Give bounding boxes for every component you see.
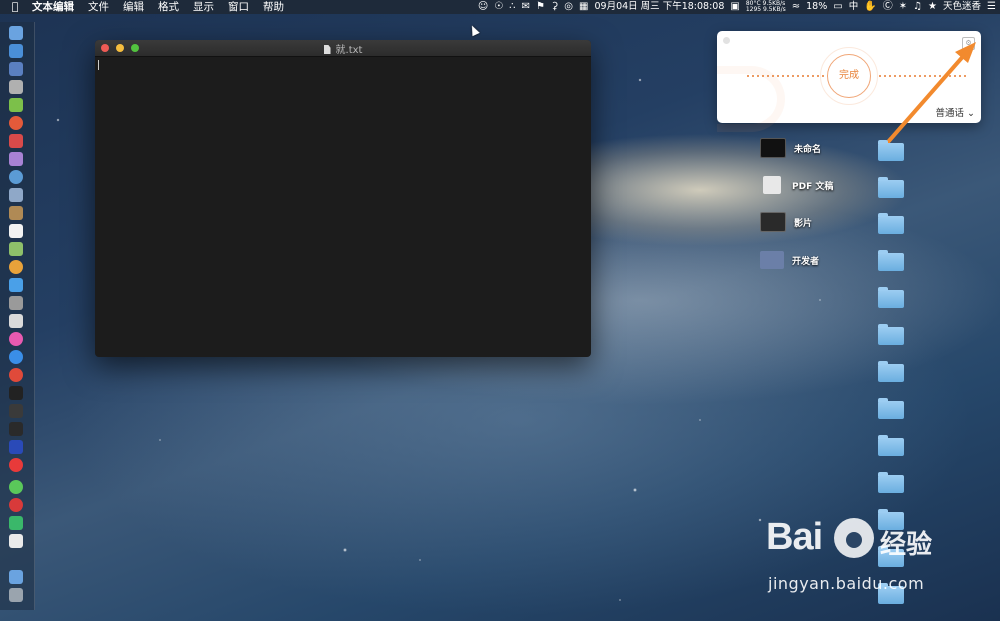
folder-icon[interactable] — [878, 361, 904, 382]
paw-logo-icon — [834, 518, 874, 558]
baidu-watermark: Bai 经验 jingyan.baidu.com — [762, 516, 952, 600]
folder-icon[interactable] — [878, 398, 904, 419]
desktop-item-movies[interactable]: 影片 — [760, 211, 812, 233]
folder-icon[interactable] — [878, 287, 904, 308]
desktop-item-label: 影片 — [794, 218, 813, 229]
watermark-url: jingyan.baidu.com — [768, 574, 925, 593]
folder-icon[interactable] — [878, 472, 904, 493]
watermark-suffix: 经验 — [880, 530, 933, 560]
desktop-item-untitled[interactable]: 未命名 — [760, 137, 821, 159]
movie-thumbnail-icon — [760, 212, 786, 232]
folder-icon[interactable] — [878, 177, 904, 198]
desktop-item-developer[interactable]: 开发者 — [760, 249, 819, 271]
folder-icon[interactable] — [878, 140, 904, 161]
folder-icon[interactable] — [878, 435, 904, 456]
developer-icon — [760, 251, 784, 269]
desktop-item-label: PDF 文稿 — [792, 181, 834, 192]
folder-icon[interactable] — [878, 324, 904, 345]
desktop-item-pdf[interactable]: PDF 文稿 — [760, 174, 833, 196]
image-thumbnail-icon — [760, 138, 786, 158]
watermark-logo-text: Bai — [766, 516, 823, 558]
folder-icon[interactable] — [878, 250, 904, 271]
pdf-document-icon — [763, 176, 781, 194]
desktop-item-label: 未命名 — [794, 144, 822, 155]
desktop-item-label: 开发者 — [792, 256, 820, 267]
folder-icon[interactable] — [878, 213, 904, 234]
arrow-shaft — [886, 51, 968, 144]
